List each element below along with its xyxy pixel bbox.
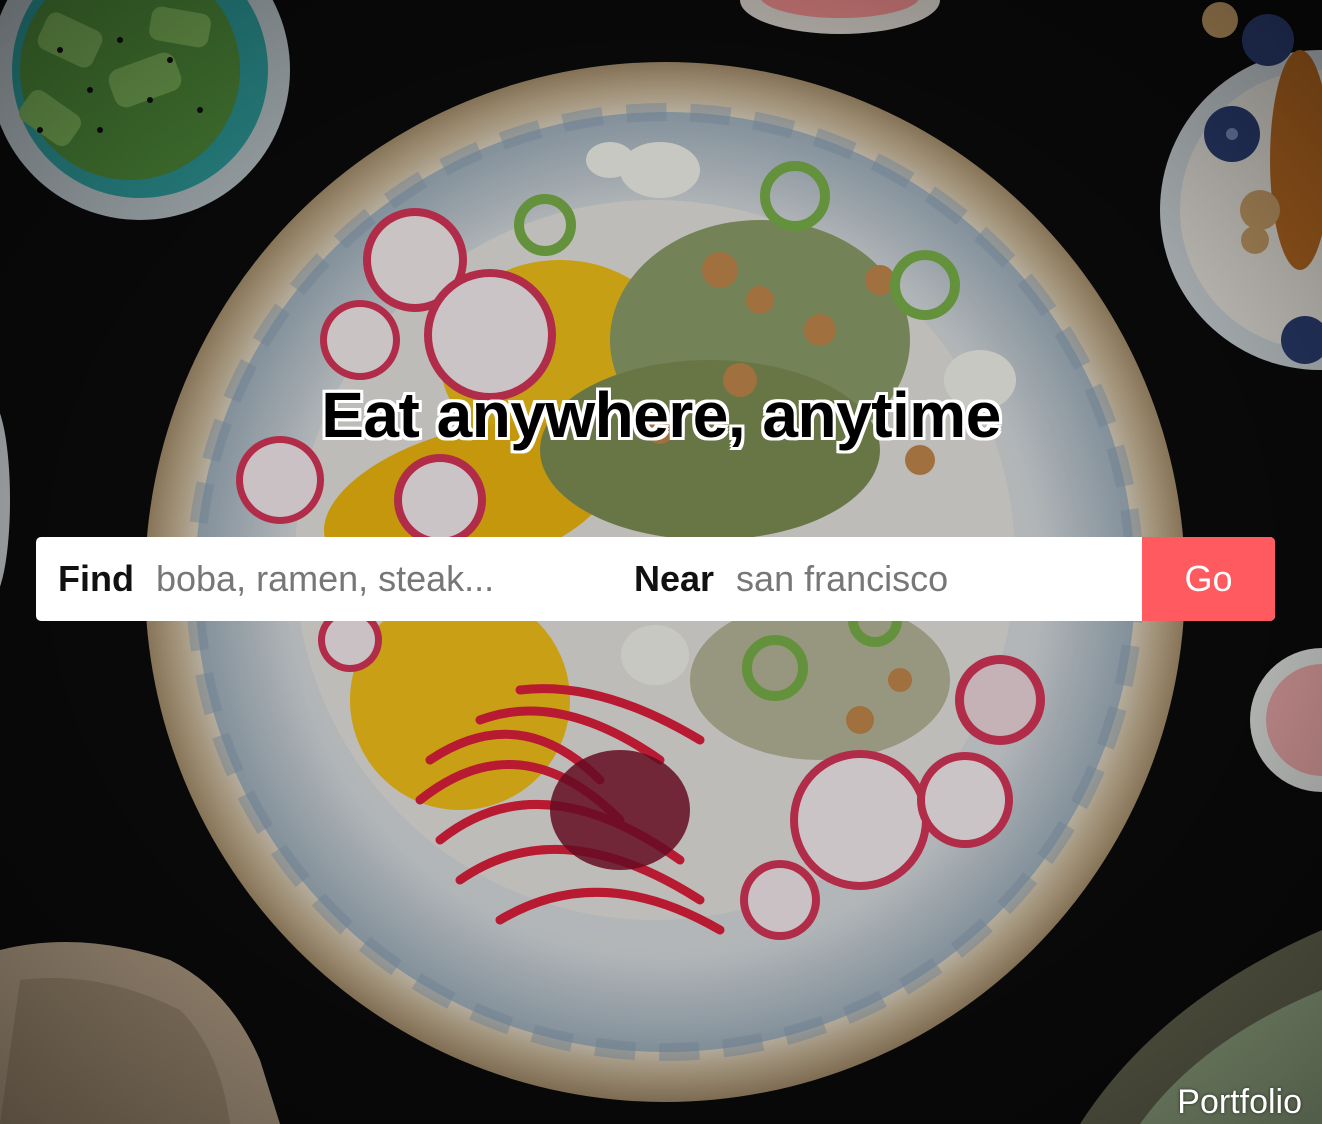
search-bar: Find Near Go [36, 537, 1275, 621]
portfolio-link[interactable]: Portfolio [1177, 1083, 1302, 1122]
hero-headline: Eat anywhere, anytime [321, 379, 1001, 451]
landing-page: Eat anywhere, anytime Find Near Go Portf… [0, 0, 1322, 1124]
near-label: Near [633, 558, 715, 599]
find-label: Find [58, 558, 134, 599]
find-input[interactable] [155, 549, 574, 609]
near-input[interactable] [736, 549, 1157, 609]
go-button[interactable]: Go [1142, 537, 1275, 621]
